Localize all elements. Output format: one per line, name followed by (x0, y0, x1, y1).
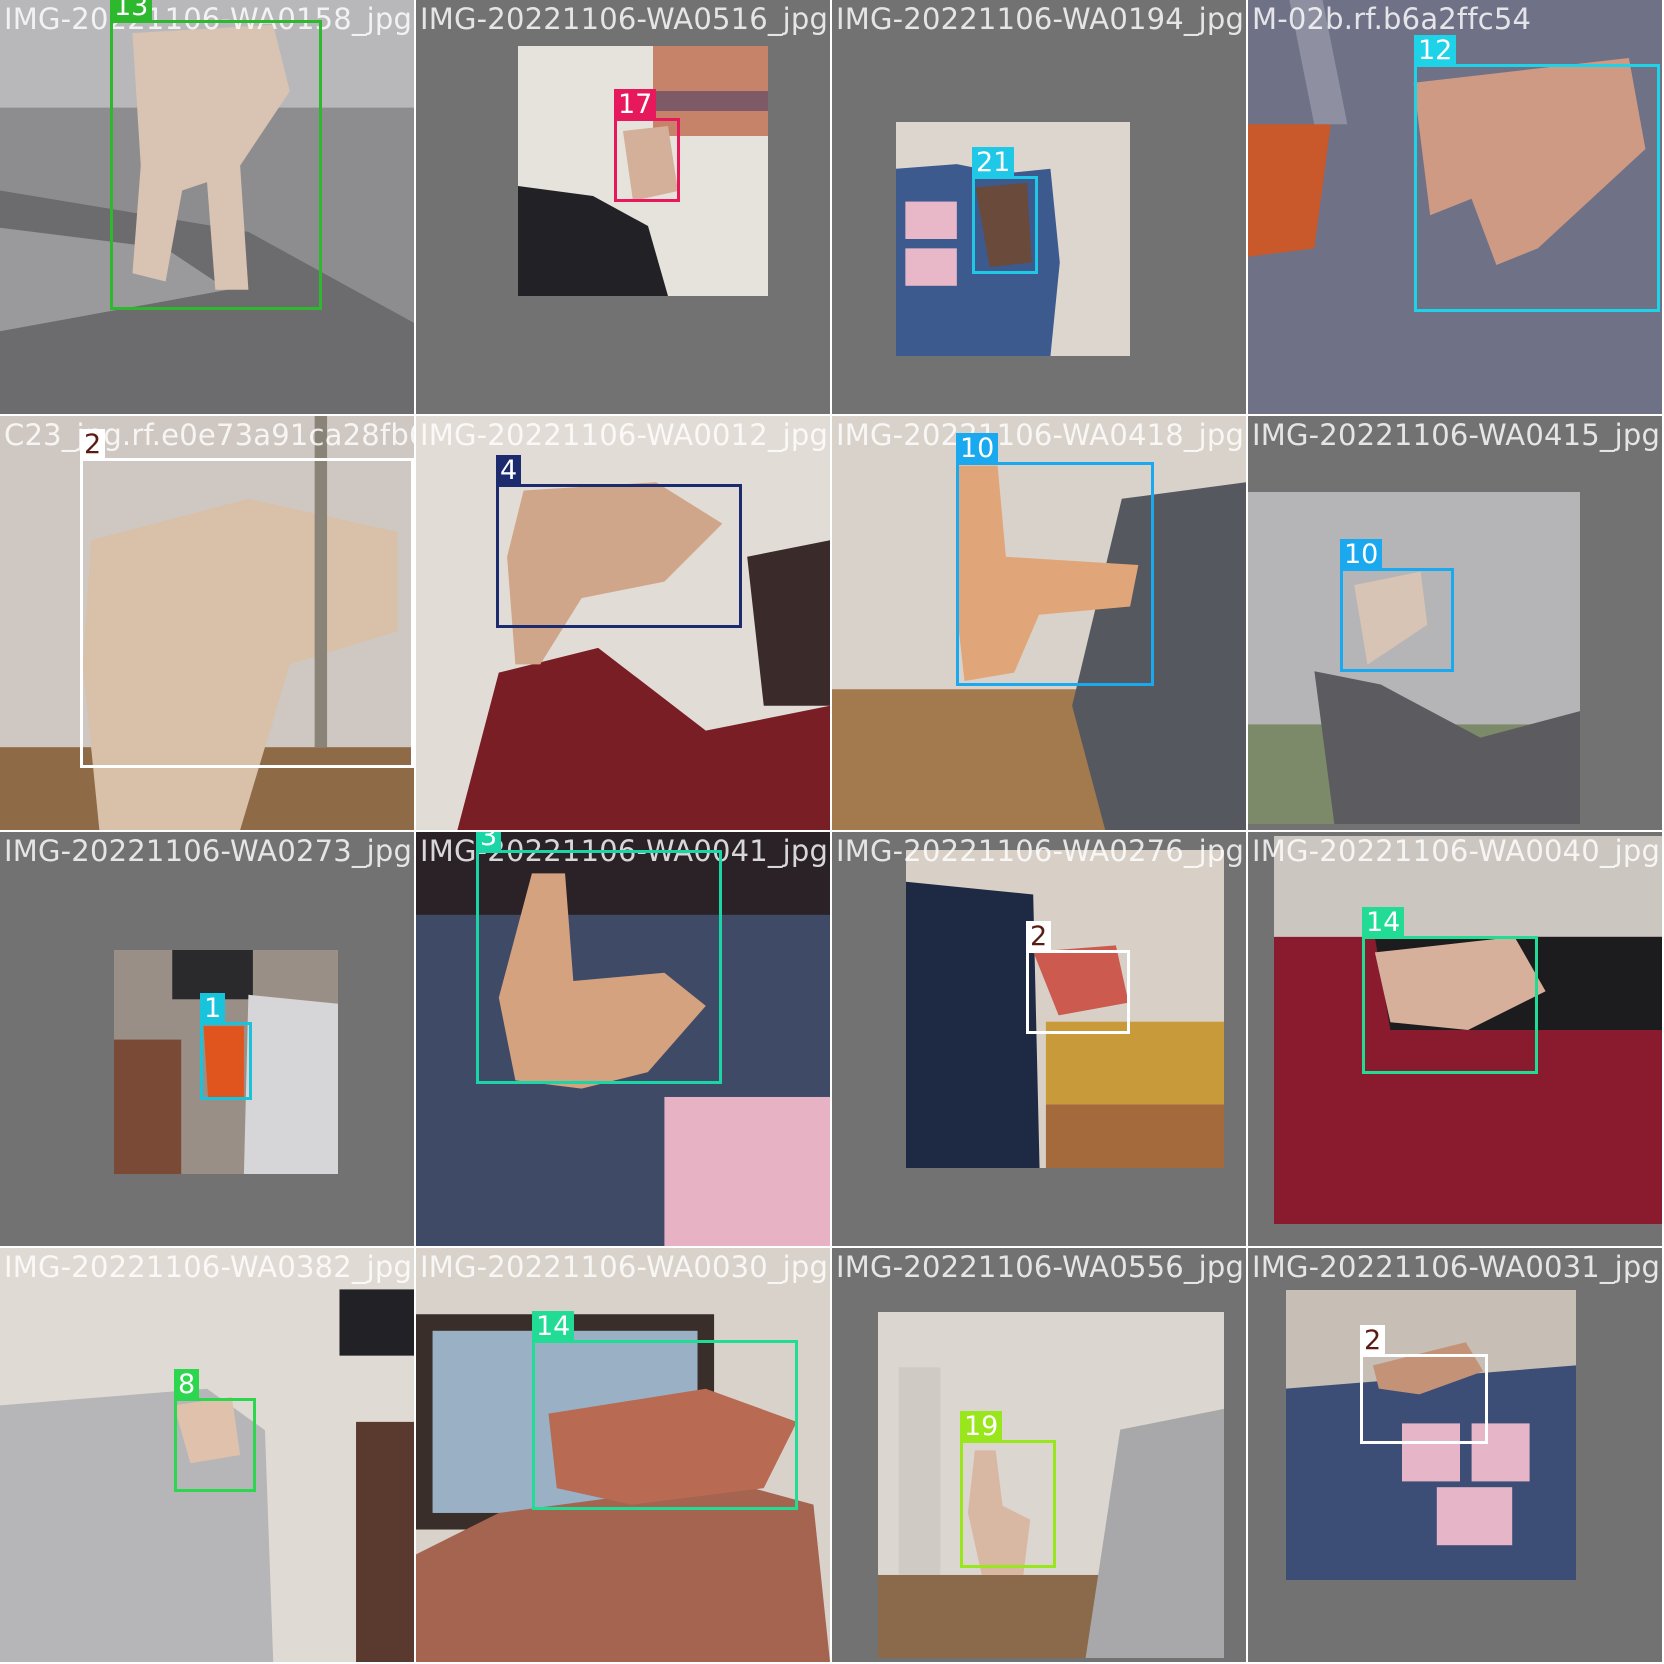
detection-box: 14 (1362, 907, 1538, 1074)
class-label: 10 (956, 433, 999, 465)
mosaic-tile: IMG-20221106-WA0276_jpg 2 (832, 832, 1246, 1246)
detection-box: 10 (956, 433, 1154, 686)
class-label: 12 (1414, 35, 1457, 67)
class-label: 14 (1362, 907, 1405, 939)
mosaic-tile: IMG-20221106-WA0041_jpg 3 (416, 832, 830, 1246)
detection-box: 8 (174, 1369, 256, 1492)
mosaic-tile: IMG-20221106-WA0418_jpg 10 (832, 416, 1246, 830)
detection-box: 10 (1340, 539, 1454, 672)
image-filename: IMG-20221106-WA0556_jpg (836, 1250, 1245, 1284)
mosaic-tile: IMG-20221106-WA0273_jpg 1 (0, 832, 414, 1246)
mosaic-tile: IMG-20221106-WA0415_jpg 10 (1248, 416, 1662, 830)
mosaic-tile: IMG-20221106-WA0012_jpg 4 (416, 416, 830, 830)
mosaic-tile: IMG-20221106-WA0031_jpg 2 (1248, 1248, 1662, 1662)
class-label: 2 (80, 429, 106, 461)
detection-box: 21 (972, 147, 1038, 274)
class-label: 21 (972, 147, 1015, 179)
detection-mosaic: IMG-20221106-WA0158_jpg 13 IMG-20221106-… (0, 0, 1664, 1664)
mosaic-tile: IMG-20221106-WA0556_jpg 19 (832, 1248, 1246, 1662)
image-filename: IMG-20221106-WA0273_jpg (4, 834, 413, 868)
mosaic-tile: C23_jpg.rf.e0e73a91ca28fb6 2 (0, 416, 414, 830)
detection-box: 4 (496, 455, 742, 628)
image-filename: IMG-20221106-WA0194_jpg (836, 2, 1245, 36)
mosaic-tile: M-02b.rf.b6a2ffc54 12 (1248, 0, 1662, 414)
detection-box: 19 (960, 1411, 1056, 1568)
detection-box: 14 (532, 1311, 798, 1510)
mosaic-tile: IMG-20221106-WA0040_jpg 14 (1248, 832, 1662, 1246)
class-label: 2 (1360, 1325, 1386, 1357)
class-label: 13 (110, 0, 153, 23)
detection-box: 2 (1026, 921, 1130, 1034)
class-label: 1 (200, 993, 226, 1025)
image-filename: IMG-20221106-WA0516_jpg (420, 2, 829, 36)
class-label: 17 (614, 89, 657, 121)
class-label: 2 (1026, 921, 1052, 953)
class-label: 3 (476, 832, 502, 853)
class-label: 4 (496, 455, 522, 487)
mosaic-tile: IMG-20221106-WA0194_jpg 21 (832, 0, 1246, 414)
detection-box: 3 (476, 832, 722, 1084)
detection-box: 12 (1414, 35, 1660, 312)
class-label: 14 (532, 1311, 575, 1343)
image-filename: IMG-20221106-WA0031_jpg (1252, 1250, 1661, 1284)
class-label: 10 (1340, 539, 1383, 571)
mosaic-tile: IMG-20221106-WA0382_jpg 8 (0, 1248, 414, 1662)
class-label: 19 (960, 1411, 1003, 1443)
detection-box: 2 (1360, 1325, 1488, 1444)
detection-box: 2 (80, 429, 414, 768)
image-filename: IMG-20221106-WA0415_jpg (1252, 418, 1661, 452)
mosaic-tile: IMG-20221106-WA0030_jpg 14 (416, 1248, 830, 1662)
detection-box: 1 (200, 993, 252, 1100)
mosaic-tile: IMG-20221106-WA0516_jpg 17 (416, 0, 830, 414)
class-label: 8 (174, 1369, 200, 1401)
mosaic-tile: IMG-20221106-WA0158_jpg 13 (0, 0, 414, 414)
detection-box: 13 (110, 0, 322, 310)
detection-box: 17 (614, 89, 680, 202)
